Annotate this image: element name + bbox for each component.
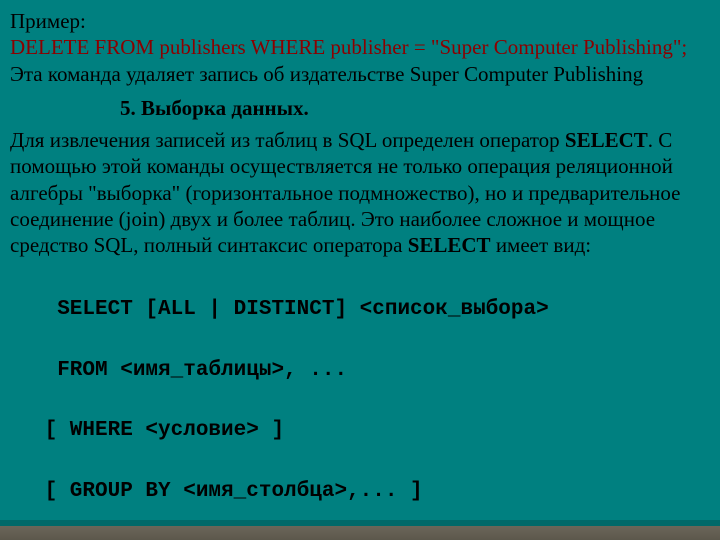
delete-sql-statement: DELETE FROM publishers WHERE publisher =…: [10, 35, 687, 59]
syntax-line-groupby: [ GROUP BY <имя_столбца>,... ]: [32, 477, 708, 507]
document-page: Пример: DELETE FROM publishers WHERE pub…: [0, 0, 720, 540]
select-intro-paragraph: Для извлечения записей из таблиц в SQL о…: [10, 127, 708, 258]
select-intro-part3: имеет вид:: [491, 233, 592, 257]
syntax-line-where: [ WHERE <условие> ]: [32, 416, 708, 446]
select-keyword: SELECT: [565, 128, 648, 152]
select-syntax-block: SELECT [ALL | DISTINCT] <список_выбора> …: [32, 264, 708, 540]
footer-bar: [0, 526, 720, 540]
section-heading: 5. Выборка данных.: [120, 95, 708, 121]
example-label: Пример:: [10, 9, 86, 33]
select-keyword-2: SELECT: [408, 233, 491, 257]
delete-explanation: Эта команда удаляет запись об издательст…: [10, 62, 643, 86]
syntax-line-from: FROM <имя_таблицы>, ...: [32, 356, 708, 386]
select-intro-part1: Для извлечения записей из таблиц в SQL о…: [10, 128, 565, 152]
example-block: Пример: DELETE FROM publishers WHERE pub…: [10, 8, 708, 87]
syntax-line-select: SELECT [ALL | DISTINCT] <список_выбора>: [32, 295, 708, 325]
